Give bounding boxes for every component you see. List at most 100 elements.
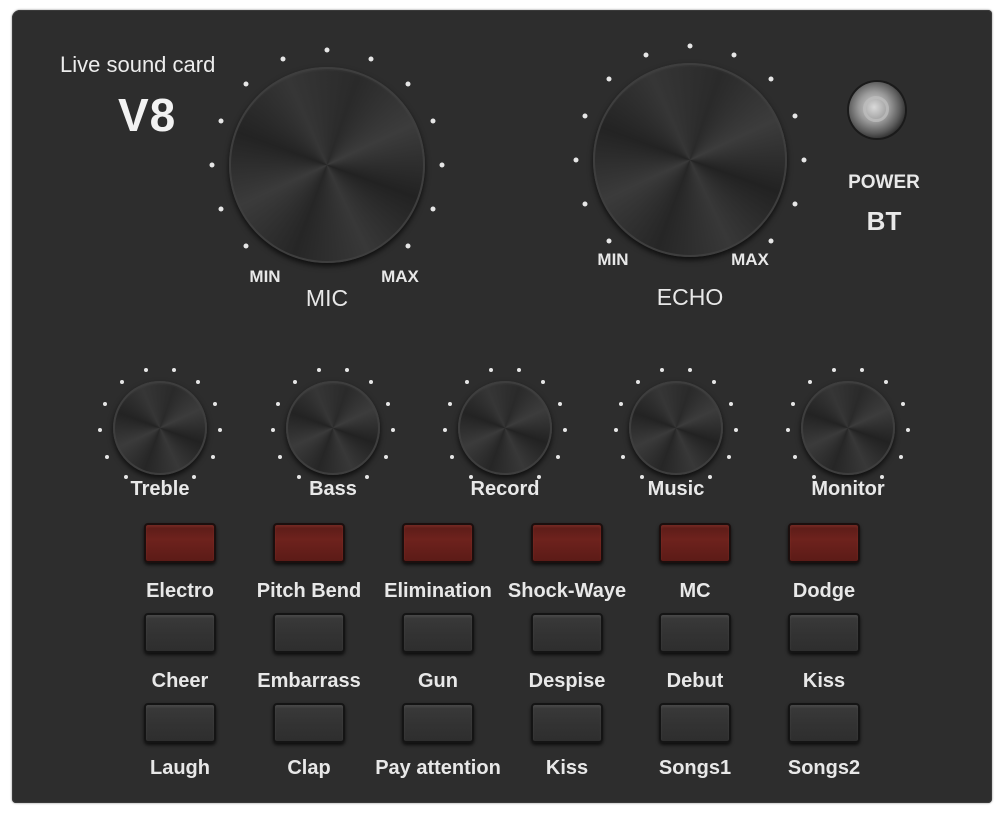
scale-dot — [807, 379, 812, 384]
scale-dot — [726, 454, 731, 459]
scale-dot — [98, 428, 103, 433]
electro-label: Electro — [146, 580, 214, 602]
scale-dot — [635, 379, 640, 384]
pay-attention-label: Pay attention — [375, 757, 501, 779]
kiss-label: Kiss — [802, 670, 846, 692]
scale-dot — [792, 201, 798, 207]
scale-dot — [344, 367, 349, 372]
bass-knob[interactable] — [286, 381, 380, 475]
scale-dot — [171, 367, 176, 372]
scale-dot — [884, 379, 889, 384]
scale-dot — [768, 76, 774, 82]
scale-dot — [639, 475, 644, 480]
clap-label: Clap — [287, 757, 331, 779]
power-button[interactable] — [849, 82, 905, 138]
echo-max-label: MAX — [731, 250, 769, 269]
scale-dot — [582, 113, 588, 119]
cheer-button[interactable] — [144, 613, 216, 653]
scale-dot — [582, 201, 588, 207]
songs1-button[interactable] — [659, 703, 731, 743]
gun-button[interactable] — [402, 613, 474, 653]
scale-dot — [317, 367, 322, 372]
debut-label: Debut — [666, 670, 724, 692]
echo-knob[interactable] — [593, 63, 787, 257]
songs2-button[interactable] — [788, 703, 860, 743]
scale-dot — [448, 401, 453, 406]
mic-max-label: MAX — [381, 267, 419, 286]
scale-dot — [791, 401, 796, 406]
scale-dot — [296, 475, 301, 480]
scale-dot — [541, 379, 546, 384]
scale-dot — [687, 367, 692, 372]
laugh-label: Laugh — [150, 757, 210, 779]
scale-dot — [105, 454, 110, 459]
pitch-bend-button[interactable] — [273, 523, 345, 563]
shock-waye-button[interactable] — [531, 523, 603, 563]
laugh-button[interactable] — [144, 703, 216, 743]
elimination-label: Elimination — [384, 580, 492, 602]
scale-dot — [430, 118, 436, 124]
record-knob[interactable] — [458, 381, 552, 475]
pay-attention-button[interactable] — [402, 703, 474, 743]
embarrass-button[interactable] — [273, 613, 345, 653]
shock-waye-label: Shock-Waye — [507, 580, 627, 602]
scale-dot — [144, 367, 149, 372]
mic-label: MIC — [305, 285, 349, 311]
kiss-label: Kiss — [545, 757, 589, 779]
mic-knob[interactable] — [229, 67, 425, 263]
scale-dot — [621, 454, 626, 459]
scale-dot — [217, 428, 222, 433]
scale-dot — [557, 401, 562, 406]
clap-button[interactable] — [273, 703, 345, 743]
scale-dot — [439, 162, 445, 168]
dodge-button[interactable] — [788, 523, 860, 563]
mic-min-label: MIN — [249, 267, 281, 286]
scale-dot — [606, 76, 612, 82]
despise-button[interactable] — [531, 613, 603, 653]
mc-button[interactable] — [659, 523, 731, 563]
scale-dot — [614, 428, 619, 433]
pitch-bend-label: Pitch Bend — [256, 580, 362, 602]
scale-dot — [731, 52, 737, 58]
treble-knob[interactable] — [113, 381, 207, 475]
scale-dot — [276, 401, 281, 406]
scale-dot — [209, 162, 215, 168]
gun-label: Gun — [418, 670, 458, 692]
scale-dot — [368, 56, 374, 62]
scale-dot — [832, 367, 837, 372]
scale-dot — [369, 379, 374, 384]
scale-dot — [464, 379, 469, 384]
scale-dot — [405, 81, 411, 87]
scale-dot — [243, 243, 249, 249]
scale-dot — [792, 113, 798, 119]
scale-dot — [768, 238, 774, 244]
scale-dot — [119, 379, 124, 384]
scale-dot — [793, 454, 798, 459]
scale-dot — [660, 367, 665, 372]
mc-label: MC — [679, 580, 711, 602]
record-label: Record — [470, 478, 540, 500]
scale-dot — [271, 428, 276, 433]
scale-dot — [192, 475, 197, 480]
scale-dot — [606, 238, 612, 244]
music-knob[interactable] — [629, 381, 723, 475]
scale-dot — [900, 401, 905, 406]
model-name: V8 — [118, 89, 177, 141]
scale-dot — [383, 454, 388, 459]
scale-dot — [443, 428, 448, 433]
scale-dot — [801, 157, 807, 163]
power-label: POWER — [848, 172, 920, 193]
elimination-button[interactable] — [402, 523, 474, 563]
kiss-button[interactable] — [788, 613, 860, 653]
scale-dot — [708, 475, 713, 480]
scale-dot — [898, 454, 903, 459]
kiss-button[interactable] — [531, 703, 603, 743]
scale-dot — [562, 428, 567, 433]
scale-dot — [450, 454, 455, 459]
scale-dot — [365, 475, 370, 480]
scale-dot — [430, 206, 436, 212]
monitor-knob[interactable] — [801, 381, 895, 475]
electro-button[interactable] — [144, 523, 216, 563]
debut-button[interactable] — [659, 613, 731, 653]
scale-dot — [103, 401, 108, 406]
